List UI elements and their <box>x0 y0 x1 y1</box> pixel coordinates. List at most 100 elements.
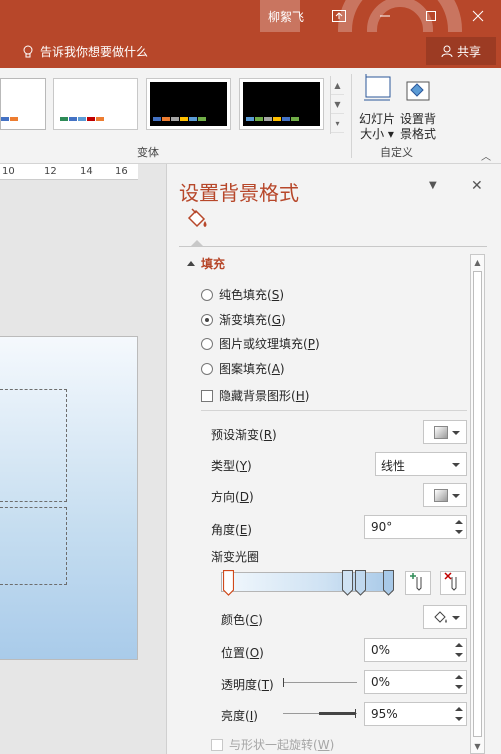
direction-dropdown[interactable] <box>423 483 467 507</box>
ribbon: ▲ ▼ ▾ 变体 幻灯片 大小 ▾ 设置背 景格式 自定义 ︿ <box>0 68 501 164</box>
variant-thumb-1[interactable] <box>0 78 46 130</box>
tab-indicator <box>191 240 203 246</box>
dropdown-arrow-icon <box>452 494 460 498</box>
transparency-spinner[interactable]: 0% <box>364 670 467 694</box>
brightness-slider-fill <box>319 712 356 715</box>
ribbon-display-options-button[interactable] <box>316 0 362 32</box>
preset-gradient-label: 预设渐变(R) <box>211 428 277 442</box>
variant-thumb-4[interactable] <box>239 78 324 130</box>
spin-up-icon[interactable] <box>455 520 463 524</box>
position-spinner[interactable]: 0% <box>364 638 467 662</box>
radio-gradient-fill[interactable]: 渐变填充(G) <box>201 311 286 328</box>
close-window-button[interactable] <box>455 0 501 32</box>
spin-up-icon[interactable] <box>455 675 463 679</box>
format-background-icon <box>406 81 430 101</box>
fill-section-label: 填充 <box>201 257 226 271</box>
radio-button[interactable] <box>201 288 213 301</box>
share-button[interactable]: 共享 <box>426 37 496 65</box>
color-dropdown[interactable] <box>423 605 467 629</box>
color-label: 颜色(C) <box>221 613 263 627</box>
remove-gradient-stop-button[interactable] <box>440 571 466 595</box>
fill-section-header[interactable]: 填充 <box>187 255 225 272</box>
add-stop-icon <box>410 573 422 591</box>
minimize-icon <box>380 15 390 17</box>
gradient-preview-icon <box>434 426 448 439</box>
transparency-label: 透明度(T) <box>221 678 274 692</box>
maximize-icon <box>426 11 436 21</box>
gradient-stop-selected[interactable] <box>223 570 234 596</box>
gradient-stop[interactable] <box>342 570 353 596</box>
spin-down-icon[interactable] <box>455 685 463 689</box>
pane-close-icon[interactable]: ✕ <box>471 178 483 194</box>
transparency-slider-thumb[interactable] <box>283 678 284 687</box>
variants-group-label: 变体 <box>137 146 159 159</box>
scroll-down-icon[interactable]: ▼ <box>471 739 484 753</box>
transparency-slider-track[interactable] <box>283 682 357 683</box>
minimize-button[interactable] <box>362 0 408 32</box>
section-divider <box>201 410 467 411</box>
title-placeholder[interactable] <box>0 389 67 502</box>
brightness-spinner[interactable]: 95% <box>364 702 467 726</box>
format-background-line1: 设置背 <box>399 112 436 126</box>
angle-label: 角度(E) <box>211 523 252 537</box>
brightness-slider-thumb[interactable] <box>355 709 356 718</box>
paint-bucket-icon[interactable] <box>183 206 211 232</box>
person-icon <box>441 45 453 57</box>
radio-picture-fill[interactable]: 图片或纹理填充(P) <box>201 335 320 352</box>
gallery-scroll[interactable]: ▲ ▼ ▾ <box>330 76 344 134</box>
maximize-button[interactable] <box>408 0 454 32</box>
type-select[interactable]: 线性 <box>375 452 467 476</box>
brightness-label: 亮度(I) <box>221 709 258 723</box>
slide-size-button[interactable]: 幻灯片 大小 ▾ <box>357 74 397 142</box>
collapse-ribbon-icon[interactable]: ︿ <box>481 148 491 163</box>
user-name[interactable]: 柳絮飞 <box>268 8 304 25</box>
checkbox[interactable] <box>201 389 213 402</box>
variant-thumb-3[interactable] <box>146 78 231 130</box>
radio-button[interactable] <box>201 337 213 350</box>
checkbox-label: 隐藏背景图形(H) <box>219 389 310 403</box>
gallery-more-icon[interactable]: ▾ <box>331 114 344 133</box>
radio-pattern-fill[interactable]: 图案填充(A) <box>201 360 285 377</box>
variant-thumb-2[interactable] <box>53 78 138 130</box>
pane-title: 设置背景格式 <box>179 181 299 205</box>
pane-scrollbar[interactable]: ▲ ▼ <box>470 254 485 754</box>
gallery-down-icon[interactable]: ▼ <box>331 95 344 114</box>
ribbon-separator <box>351 74 352 158</box>
rotate-with-shape-checkbox[interactable]: 与形状一起旋转(W) <box>211 736 334 753</box>
spin-up-icon[interactable] <box>455 643 463 647</box>
close-icon <box>472 10 484 22</box>
gradient-stop[interactable] <box>383 570 394 596</box>
slide-size-line2: 大小 ▾ <box>360 127 394 141</box>
subtitle-placeholder[interactable] <box>0 507 67 585</box>
gradient-stops-bar[interactable] <box>221 572 393 592</box>
scroll-up-icon[interactable]: ▲ <box>471 255 484 269</box>
position-value: 0% <box>371 643 391 657</box>
radio-button[interactable] <box>201 362 213 375</box>
radio-label: 渐变填充(G) <box>219 313 286 327</box>
spin-up-icon[interactable] <box>455 707 463 711</box>
hide-background-checkbox[interactable]: 隐藏背景图形(H) <box>201 387 309 404</box>
angle-spinner[interactable]: 90° <box>364 515 467 539</box>
radio-button-selected[interactable] <box>201 313 213 326</box>
gradient-stop[interactable] <box>355 570 366 596</box>
dropdown-arrow-icon <box>452 463 460 467</box>
preset-gradient-dropdown[interactable] <box>423 420 467 444</box>
slide-canvas[interactable] <box>0 336 138 660</box>
format-background-button[interactable]: 设置背 景格式 <box>398 74 438 142</box>
spin-down-icon[interactable] <box>455 717 463 721</box>
spin-down-icon[interactable] <box>455 653 463 657</box>
direction-label: 方向(D) <box>211 490 254 504</box>
gallery-up-icon[interactable]: ▲ <box>331 76 344 95</box>
add-gradient-stop-button[interactable] <box>405 571 431 595</box>
dropdown-arrow-icon <box>452 431 460 435</box>
tell-me-box[interactable]: 告诉我你想要做什么 <box>22 43 148 60</box>
share-label: 共享 <box>456 44 481 59</box>
transparency-value: 0% <box>371 675 391 689</box>
spin-down-icon[interactable] <box>455 530 463 534</box>
remove-stop-icon <box>444 572 457 591</box>
variant-swatches <box>60 117 104 121</box>
radio-solid-fill[interactable]: 纯色填充(S) <box>201 286 284 303</box>
checkbox[interactable] <box>211 738 223 751</box>
scroll-thumb[interactable] <box>473 271 482 737</box>
pane-options-icon[interactable]: ▼ <box>429 180 437 191</box>
